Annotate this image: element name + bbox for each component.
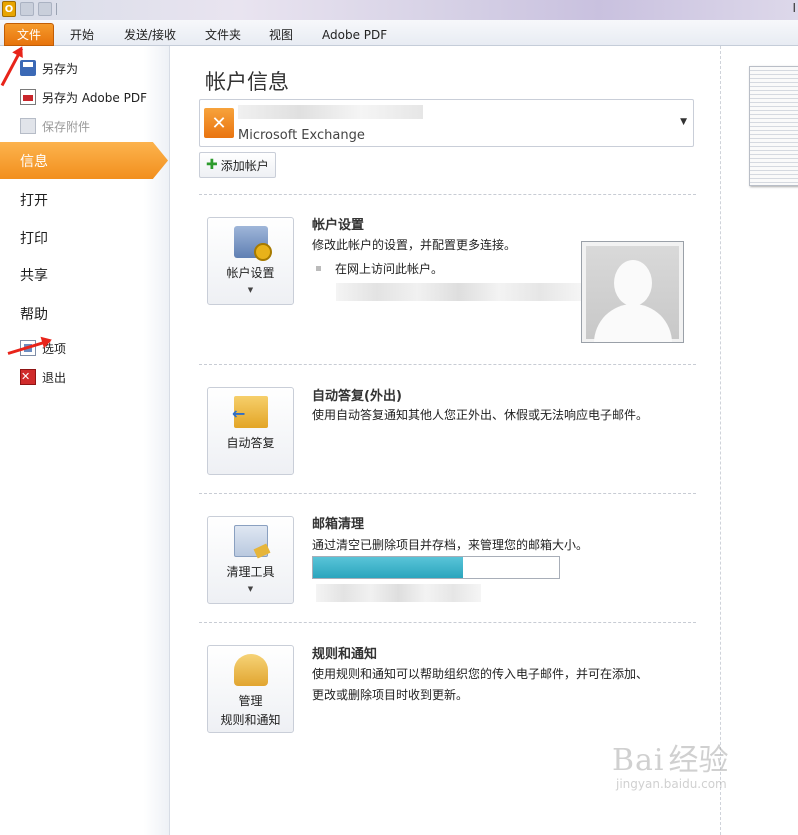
chevron-down-icon: ▼: [247, 585, 254, 593]
exit-label: 退出: [42, 370, 67, 385]
account-settings-button-label: 帐户设置: [226, 266, 275, 280]
section-divider: [199, 493, 696, 494]
backstage-nav: 另存为 另存为 Adobe PDF 保存附件 信息 打开 打印 共享 帮助 选项…: [0, 46, 170, 835]
nav-tab-info[interactable]: 信息: [0, 142, 168, 179]
account-info-panel: 帐户信息 ✕ Microsoft Exchange ▼ ✚ 添加帐户 帐户设置 …: [171, 46, 720, 835]
section-divider: [199, 622, 696, 623]
cleanup-tools-button[interactable]: 清理工具 ▼: [207, 516, 294, 604]
window-title-fragment: I: [792, 1, 796, 15]
section-divider: [199, 364, 696, 365]
cleanup-tools-button-label: 清理工具: [226, 565, 275, 579]
pdf-icon: [20, 89, 36, 105]
bullet-icon: [316, 266, 321, 271]
tab-view[interactable]: 视图: [263, 23, 299, 46]
avatar-head: [614, 260, 652, 306]
redacted-web-address: [336, 283, 581, 301]
exchange-icon: ✕: [204, 108, 234, 138]
manage-rules-button-label: 管理 规则和通知: [208, 692, 293, 730]
redacted-mailbox-size: [316, 584, 481, 602]
baidu-watermark: Bai 经验 jingyan.baidu.com: [612, 735, 729, 791]
save-as-label: 另存为: [42, 61, 79, 76]
save-as-pdf-label: 另存为 Adobe PDF: [42, 90, 147, 105]
mailbox-cleanup-desc: 通过清空已删除项目并存档，来管理您的邮箱大小。: [312, 538, 589, 552]
manage-label-line1: 管理: [238, 694, 263, 708]
nav-tab-share[interactable]: 共享: [0, 256, 170, 293]
redacted-account-name: [238, 105, 423, 119]
title-bar: O I: [0, 0, 798, 20]
tab-adobe-pdf[interactable]: Adobe PDF: [316, 23, 393, 46]
account-selector[interactable]: ✕ Microsoft Exchange ▼: [199, 99, 694, 147]
automatic-replies-icon: [232, 396, 268, 428]
account-settings-title: 帐户设置: [312, 218, 365, 233]
send-receive-icon[interactable]: [20, 2, 34, 16]
cleanup-tools-icon: [234, 525, 268, 557]
tab-send-receive[interactable]: 发送/接收: [118, 23, 182, 46]
preview-thumbnail: [749, 66, 798, 186]
mailbox-size-bar: [312, 556, 560, 579]
tab-home[interactable]: 开始: [64, 23, 100, 46]
account-settings-button[interactable]: 帐户设置 ▼: [207, 217, 294, 305]
preview-pane: [720, 46, 798, 835]
mailbox-cleanup-title: 邮箱清理: [312, 517, 365, 532]
chevron-down-icon: ▼: [247, 286, 254, 294]
automatic-replies-desc: 使用自动答复通知其他人您正外出、休假或无法响应电子邮件。: [312, 408, 649, 422]
tab-file[interactable]: 文件: [4, 23, 54, 46]
account-settings-desc: 修改此帐户的设置，并配置更多连接。: [312, 238, 517, 252]
mailbox-size-fill: [313, 557, 464, 578]
page-title: 帐户信息: [205, 70, 289, 94]
save-attachments-label: 保存附件: [42, 119, 91, 134]
save-attachments-command[interactable]: 保存附件: [0, 114, 170, 138]
access-account-online-link[interactable]: 在网上访问此帐户。: [316, 260, 443, 277]
ribbon-tab-bar: 文件 开始 发送/接收 文件夹 视图 Adobe PDF: [0, 20, 798, 46]
add-account-label: 添加帐户: [220, 158, 269, 173]
toolbar-separator: [56, 3, 57, 15]
section-divider: [199, 194, 696, 195]
undo-icon[interactable]: [38, 2, 52, 16]
tab-folder[interactable]: 文件夹: [199, 23, 247, 46]
avatar: [581, 241, 684, 343]
save-as-icon: [20, 60, 36, 76]
save-as-command[interactable]: 另存为: [0, 56, 170, 80]
save-as-pdf-command[interactable]: 另存为 Adobe PDF: [0, 85, 170, 109]
manage-label-line2: 规则和通知: [220, 713, 281, 727]
rules-bell-icon: [234, 654, 268, 686]
outlook-logo-icon: O: [2, 1, 16, 17]
account-type: Microsoft Exchange: [238, 128, 365, 143]
watermark-brand: Bai: [612, 743, 665, 778]
exit-icon: ✕: [20, 369, 36, 385]
automatic-replies-button-label: 自动答复: [226, 436, 275, 450]
nav-tab-help[interactable]: 帮助: [0, 295, 170, 332]
access-account-online-label: 在网上访问此帐户。: [335, 262, 444, 276]
nav-tab-open[interactable]: 打开: [0, 181, 170, 218]
watermark-brand-cn: 经验: [668, 743, 729, 778]
automatic-replies-button[interactable]: 自动答复: [207, 387, 294, 475]
add-account-button[interactable]: ✚ 添加帐户: [199, 152, 276, 178]
save-attachments-icon: [20, 118, 36, 134]
watermark-url: jingyan.baidu.com: [616, 777, 727, 791]
manage-rules-button[interactable]: 管理 规则和通知: [207, 645, 294, 733]
nav-tab-print[interactable]: 打印: [0, 219, 170, 256]
automatic-replies-title: 自动答复(外出): [312, 389, 402, 404]
rules-desc-line1: 使用规则和通知可以帮助组织您的传入电子邮件，并可在添加、: [312, 667, 649, 681]
account-settings-icon: [234, 226, 272, 261]
quick-access-toolbar: O: [0, 0, 57, 18]
chevron-down-icon: ▼: [680, 117, 687, 127]
rules-desc-line2: 更改或删除项目时收到更新。: [312, 688, 469, 702]
exit-command[interactable]: ✕ 退出: [0, 365, 170, 389]
plus-icon: ✚: [206, 157, 218, 173]
rules-title: 规则和通知: [312, 647, 378, 662]
